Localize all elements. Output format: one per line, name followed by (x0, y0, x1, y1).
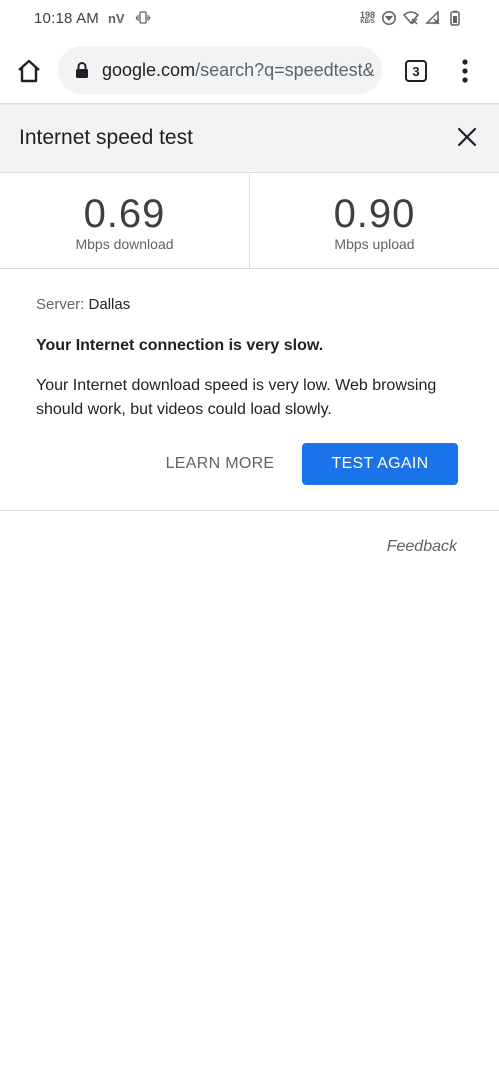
upload-value: 0.90 (333, 192, 416, 236)
speed-explanation: Your Internet download speed is very low… (36, 377, 437, 418)
vibrate-icon (135, 11, 150, 24)
server-label: Server: (36, 296, 89, 313)
close-icon[interactable] (456, 126, 478, 148)
home-icon[interactable] (15, 57, 43, 85)
signal-off-icon (425, 10, 440, 25)
download-label: Mbps download (75, 236, 174, 252)
tab-switcher-button[interactable]: 3 (405, 60, 427, 82)
wifi-off-icon (403, 11, 419, 25)
net-speed-indicator: 198 KB/S (359, 9, 375, 26)
download-result: 0.69 Mbps download (0, 174, 249, 268)
overflow-menu-icon[interactable] (455, 58, 475, 84)
download-value: 0.69 (83, 192, 166, 236)
server-info: Server: Dallas (36, 296, 130, 313)
status-time: 10:18 AM (34, 9, 99, 27)
net-speed-unit: KB/S (360, 18, 375, 25)
server-name: Dallas (88, 296, 131, 313)
battery-icon (450, 10, 460, 26)
url-text[interactable]: google.com/search?q=speedtest& (102, 60, 374, 81)
browser-toolbar: google.com/search?q=speedtest& 3 (0, 36, 499, 104)
lock-icon (76, 62, 88, 78)
connection-verdict: Your Internet connection is very slow. (36, 337, 324, 354)
learn-more-button[interactable]: LEARN MORE (152, 443, 288, 485)
test-again-button[interactable]: TEST AGAIN (302, 443, 458, 485)
address-bar[interactable]: google.com/search?q=speedtest& (58, 46, 382, 94)
status-bar: 10:18 AM nV 198 KB/S (0, 0, 499, 36)
speed-test-title: Internet speed test (19, 126, 193, 149)
upload-result: 0.90 Mbps upload (249, 174, 499, 268)
net-speed-value: 198 (359, 9, 375, 20)
divider (0, 510, 499, 511)
upload-label: Mbps upload (334, 236, 415, 252)
feedback-link[interactable]: Feedback (387, 538, 457, 556)
speed-test-header: Internet speed test (0, 105, 499, 173)
carrier-label: nV (107, 10, 125, 26)
url-path: /search?q=speedtest& (195, 59, 374, 80)
data-saver-icon (382, 11, 396, 25)
url-host: google.com (102, 59, 196, 80)
speed-results: 0.69 Mbps download 0.90 Mbps upload (0, 174, 499, 269)
